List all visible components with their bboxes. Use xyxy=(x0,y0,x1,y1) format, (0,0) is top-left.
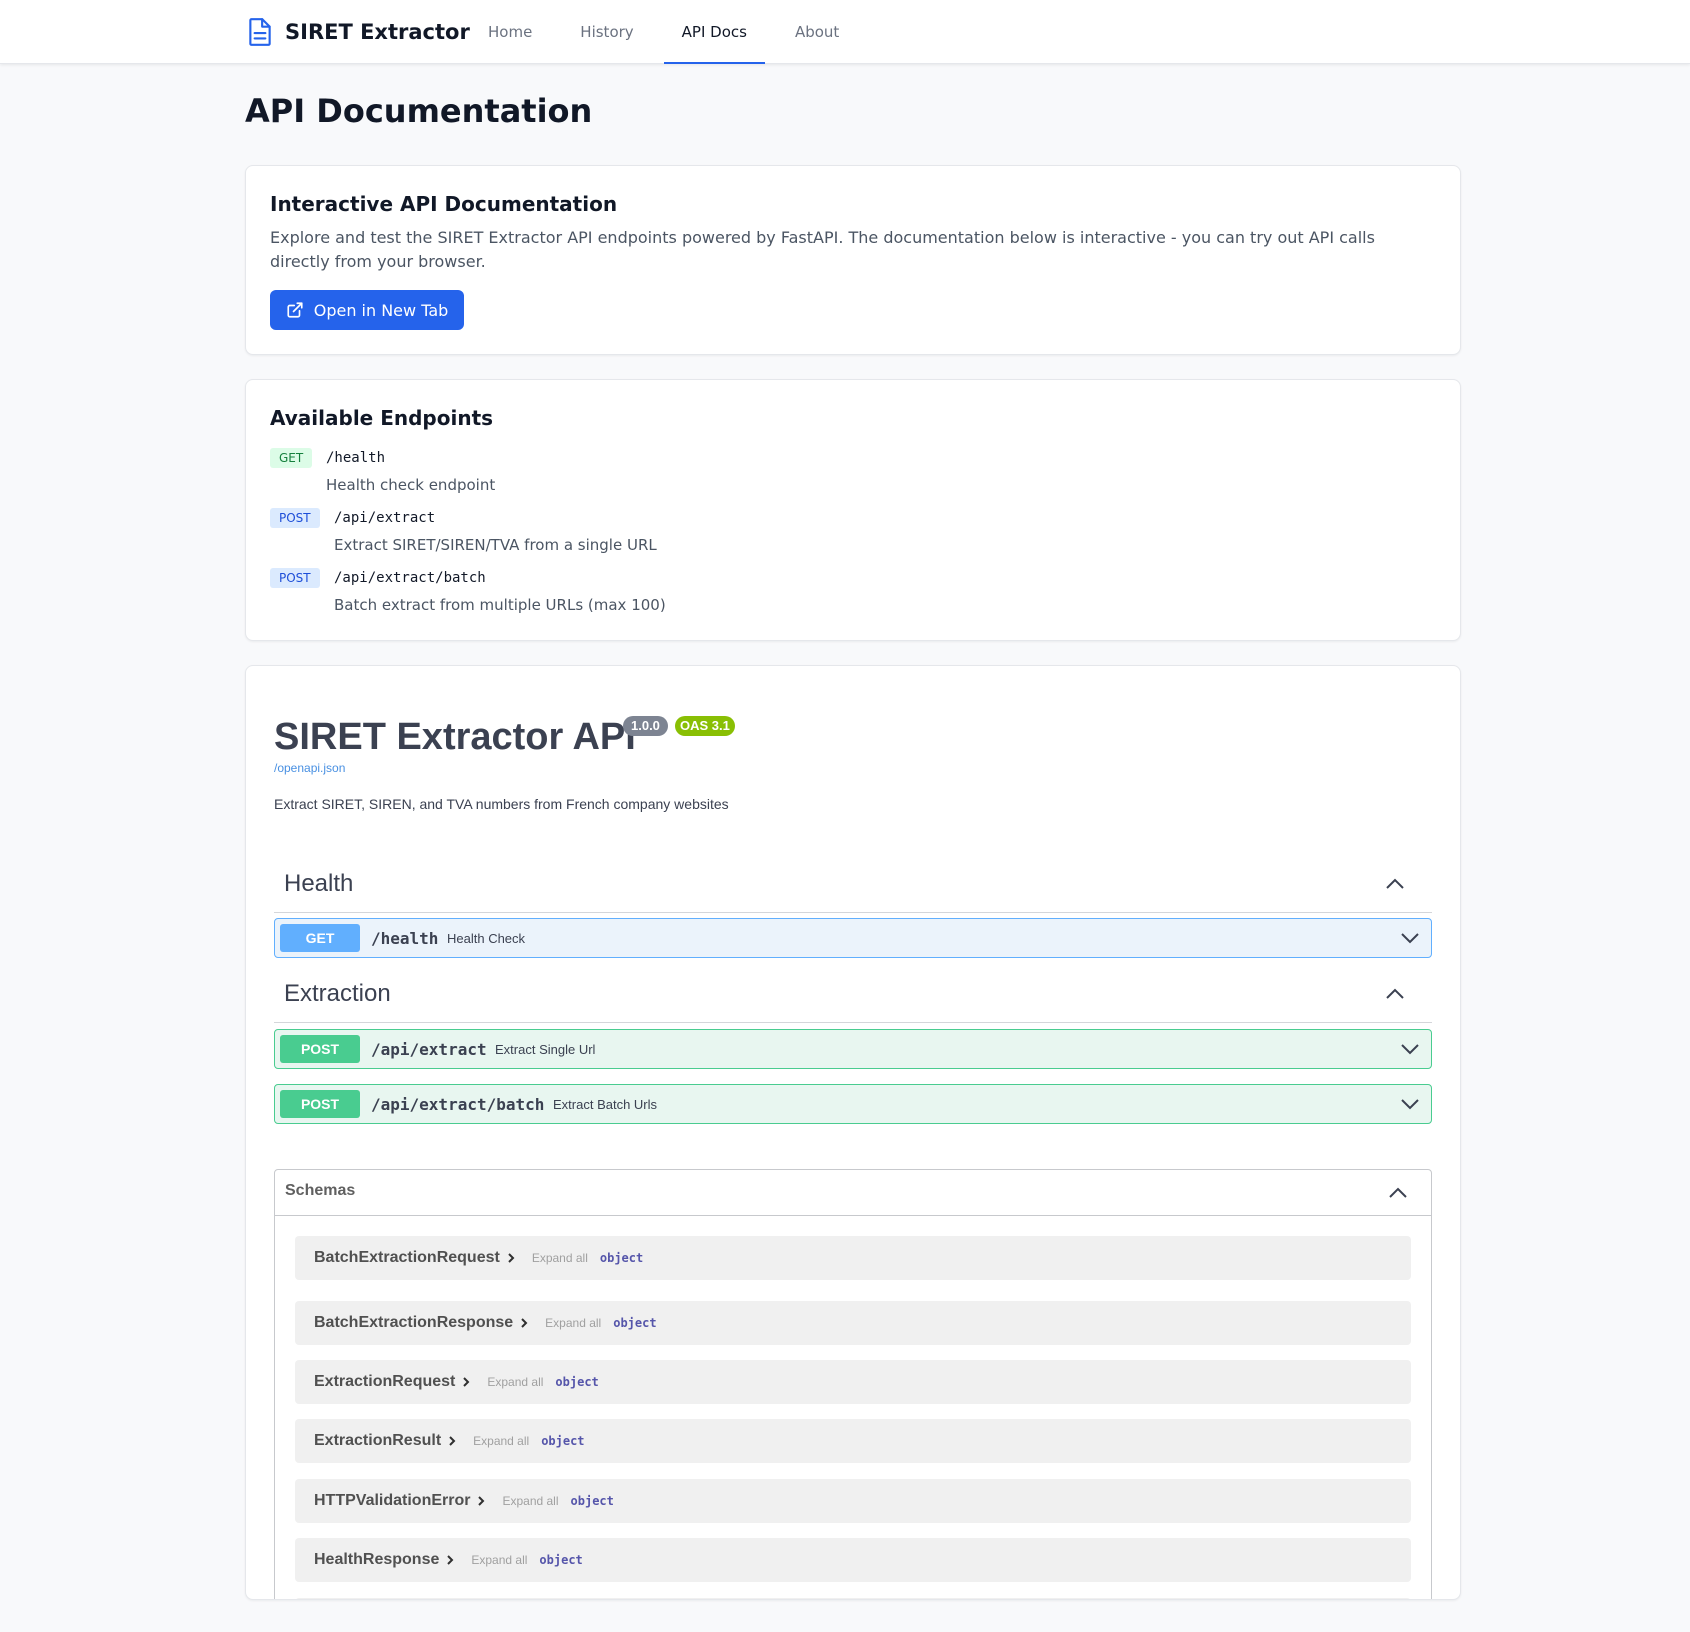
schema-name: BatchExtractionRequest xyxy=(314,1249,500,1266)
tag-health[interactable]: Health xyxy=(274,853,1432,913)
operation-post-extract-batch[interactable]: POST /api/extract/batch Extract Batch Ur… xyxy=(274,1084,1432,1124)
intro-description: Explore and test the SIRET Extractor API… xyxy=(270,228,1375,271)
schema-type: object xyxy=(613,1316,657,1330)
endpoints-title: Available Endpoints xyxy=(270,406,494,430)
schemas-header[interactable]: Schemas xyxy=(275,1170,1431,1216)
schema-type: object xyxy=(539,1553,583,1567)
schema-name: HealthResponse xyxy=(314,1551,440,1568)
schema-model[interactable]: BatchExtractionRequest Expand all object xyxy=(295,1236,1411,1280)
tag-name: Health xyxy=(284,870,354,897)
expand-all-link[interactable]: Expand all xyxy=(502,1494,558,1508)
expand-all-link[interactable]: Expand all xyxy=(471,1553,527,1567)
endpoint-path: /api/extract/batch xyxy=(334,570,486,586)
swagger-ui: SIRET Extractor API 1.0.0 OAS 3.1 /opena… xyxy=(245,665,1461,1600)
open-in-new-tab-button[interactable]: Open in New Tab xyxy=(270,290,464,330)
nav-links: Home History API Docs About xyxy=(470,0,869,64)
operation-summary: Health Check xyxy=(447,931,526,946)
operation-get-health[interactable]: GET /health Health Check xyxy=(274,918,1432,958)
schema-model[interactable]: HealthResponse Expand all object xyxy=(295,1538,1411,1582)
version-badge: 1.0.0 xyxy=(623,716,668,736)
api-description: Extract SIRET, SIREN, and TVA numbers fr… xyxy=(274,796,729,812)
schemas-title: Schemas xyxy=(285,1182,356,1199)
nav-link-about[interactable]: About xyxy=(777,0,857,64)
schema-model[interactable]: HTTPValidationError Expand all object xyxy=(295,1479,1411,1523)
expand-all-link[interactable]: Expand all xyxy=(487,1375,543,1389)
api-title: SIRET Extractor API xyxy=(274,716,636,758)
chevron-right-icon xyxy=(447,1555,454,1565)
schema-model[interactable]: ExtractionResult Expand all object xyxy=(295,1419,1411,1463)
chevron-up-icon xyxy=(1386,988,1404,999)
chevron-right-icon xyxy=(449,1436,456,1446)
intro-card: Interactive API Documentation Explore an… xyxy=(245,165,1461,355)
endpoint-path: /health xyxy=(326,450,386,466)
chevron-right-icon xyxy=(521,1318,528,1328)
external-link-icon xyxy=(287,302,303,318)
schema-model[interactable]: BatchExtractionResponse Expand all objec… xyxy=(295,1301,1411,1345)
nav-link-history[interactable]: History xyxy=(562,0,651,64)
chevron-down-icon xyxy=(1401,933,1419,944)
operation-path: /api/extract/batch xyxy=(371,1095,545,1114)
chevron-up-icon xyxy=(1386,878,1404,889)
schema-name: ExtractionRequest xyxy=(314,1373,456,1390)
openapi-json-link[interactable]: /openapi.json xyxy=(274,761,345,775)
endpoint-description: Extract SIRET/SIREN/TVA from a single UR… xyxy=(334,536,657,554)
schema-type: object xyxy=(541,1434,585,1448)
top-navbar: SIRET Extractor Home History API Docs Ab… xyxy=(0,0,1690,64)
schema-type: object xyxy=(570,1494,614,1508)
operation-path: /api/extract xyxy=(371,1040,487,1059)
schema-type: object xyxy=(555,1375,599,1389)
operation-path: /health xyxy=(371,929,439,948)
open-in-new-tab-label: Open in New Tab xyxy=(313,300,449,320)
operation-summary: Extract Batch Urls xyxy=(553,1097,658,1112)
intro-title: Interactive API Documentation xyxy=(270,192,618,216)
document-icon xyxy=(249,18,271,46)
method-badge: GET xyxy=(280,924,360,952)
brand[interactable]: SIRET Extractor xyxy=(247,17,470,47)
endpoints-card: Available Endpoints GET /health Health c… xyxy=(245,379,1461,641)
method-badge: GET xyxy=(270,448,313,468)
endpoint-description: Health check endpoint xyxy=(326,476,496,494)
chevron-down-icon xyxy=(1401,1099,1419,1110)
expand-all-link[interactable]: Expand all xyxy=(532,1251,588,1265)
nav-link-home[interactable]: Home xyxy=(470,0,550,64)
page-title: API Documentation xyxy=(245,92,593,130)
schema-name: HTTPValidationError xyxy=(314,1492,471,1509)
method-badge: POST xyxy=(270,508,320,528)
expand-all-link[interactable]: Expand all xyxy=(473,1434,529,1448)
oas-badge: OAS 3.1 xyxy=(675,716,735,736)
brand-name: SIRET Extractor xyxy=(285,20,470,44)
operation-summary: Extract Single Url xyxy=(495,1042,596,1057)
schema-model[interactable] xyxy=(295,1598,1411,1599)
chevron-right-icon xyxy=(478,1496,485,1506)
schema-name: ExtractionResult xyxy=(314,1432,442,1449)
schema-type: object xyxy=(599,1251,644,1265)
method-badge: POST xyxy=(270,568,320,588)
endpoint-description: Batch extract from multiple URLs (max 10… xyxy=(334,596,666,614)
chevron-down-icon xyxy=(1401,1044,1419,1055)
tag-extraction[interactable]: Extraction xyxy=(274,963,1432,1023)
schemas-section: Schemas BatchExtractionRequest Expand al… xyxy=(274,1169,1432,1599)
endpoint-path: /api/extract xyxy=(334,510,436,526)
operation-post-extract[interactable]: POST /api/extract Extract Single Url xyxy=(274,1029,1432,1069)
schema-name: BatchExtractionResponse xyxy=(314,1314,514,1331)
expand-all-link[interactable]: Expand all xyxy=(545,1316,601,1330)
nav-link-api-docs[interactable]: API Docs xyxy=(663,0,765,64)
tag-name: Extraction xyxy=(284,980,391,1007)
method-badge: POST xyxy=(280,1035,360,1063)
schema-model[interactable]: ExtractionRequest Expand all object xyxy=(295,1360,1411,1404)
chevron-right-icon xyxy=(463,1377,470,1387)
method-badge: POST xyxy=(280,1090,360,1118)
chevron-up-icon xyxy=(1389,1187,1407,1198)
chevron-right-icon xyxy=(508,1253,515,1263)
